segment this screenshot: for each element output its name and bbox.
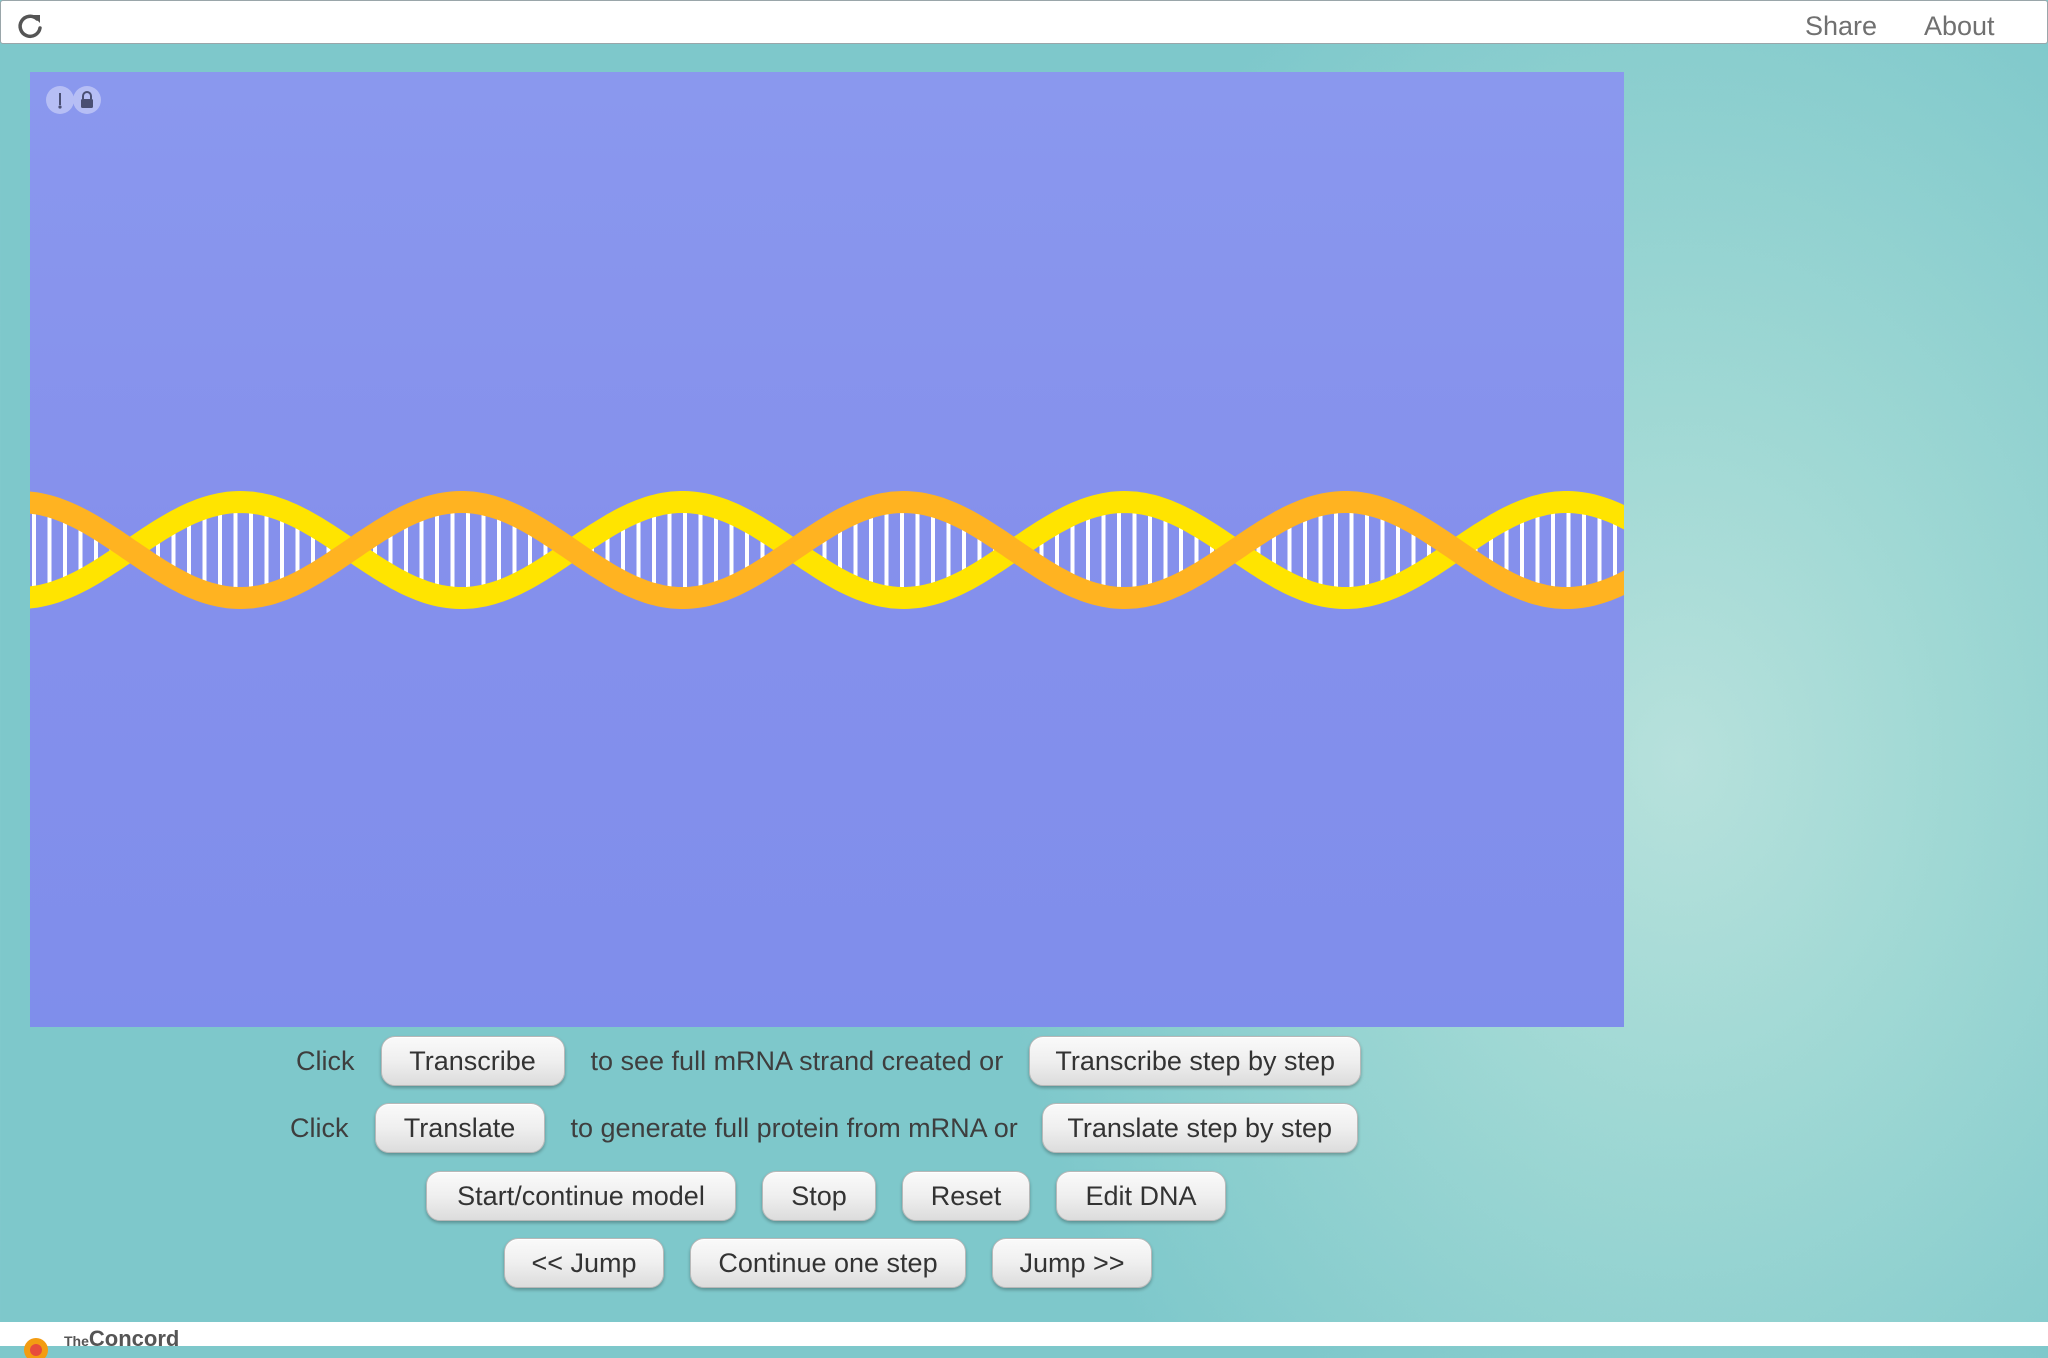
translate-step-button[interactable]: Translate step by step <box>1041 1103 1358 1153</box>
footer-brand[interactable]: TheConcord <box>64 1326 179 1352</box>
top-bar: Share About <box>0 0 2048 44</box>
dna-double-helix <box>30 490 1624 610</box>
translate-description: to generate full protein from mRNA or <box>570 1112 1018 1143</box>
concord-logo-icon <box>24 1338 48 1358</box>
reset-button[interactable]: Reset <box>902 1171 1030 1221</box>
lock-icon[interactable] <box>73 86 101 114</box>
navigation-row: << Jump Continue one step Jump >> <box>504 1238 1152 1288</box>
footer-brand-small: The <box>64 1333 89 1349</box>
transcribe-button[interactable]: Transcribe <box>380 1036 565 1086</box>
info-icon[interactable] <box>46 86 74 114</box>
about-link[interactable]: About <box>1924 11 1995 42</box>
share-link[interactable]: Share <box>1805 11 1877 42</box>
translate-row: Click Translate to generate full protein… <box>290 1103 1358 1153</box>
translate-button[interactable]: Translate <box>374 1103 545 1153</box>
stop-button[interactable]: Stop <box>762 1171 876 1221</box>
start-continue-button[interactable]: Start/continue model <box>426 1171 736 1221</box>
reload-icon[interactable] <box>15 11 45 41</box>
footer: TheConcord <box>0 1322 2048 1358</box>
jump-forward-button[interactable]: Jump >> <box>992 1238 1152 1288</box>
model-canvas[interactable] <box>30 72 1624 1027</box>
jump-back-button[interactable]: << Jump <box>504 1238 664 1288</box>
transcribe-row: Click Transcribe to see full mRNA strand… <box>296 1036 1362 1086</box>
model-controls-row: Start/continue model Stop Reset Edit DNA <box>426 1171 1226 1221</box>
continue-one-step-button[interactable]: Continue one step <box>690 1238 966 1288</box>
translate-click-label: Click <box>290 1112 349 1143</box>
edit-dna-button[interactable]: Edit DNA <box>1056 1171 1226 1221</box>
model-controls <box>46 86 101 114</box>
transcribe-step-button[interactable]: Transcribe step by step <box>1029 1036 1362 1086</box>
transcribe-description: to see full mRNA strand created or <box>590 1045 1004 1076</box>
transcribe-click-label: Click <box>296 1045 355 1076</box>
footer-brand-name: Concord <box>88 1326 180 1351</box>
